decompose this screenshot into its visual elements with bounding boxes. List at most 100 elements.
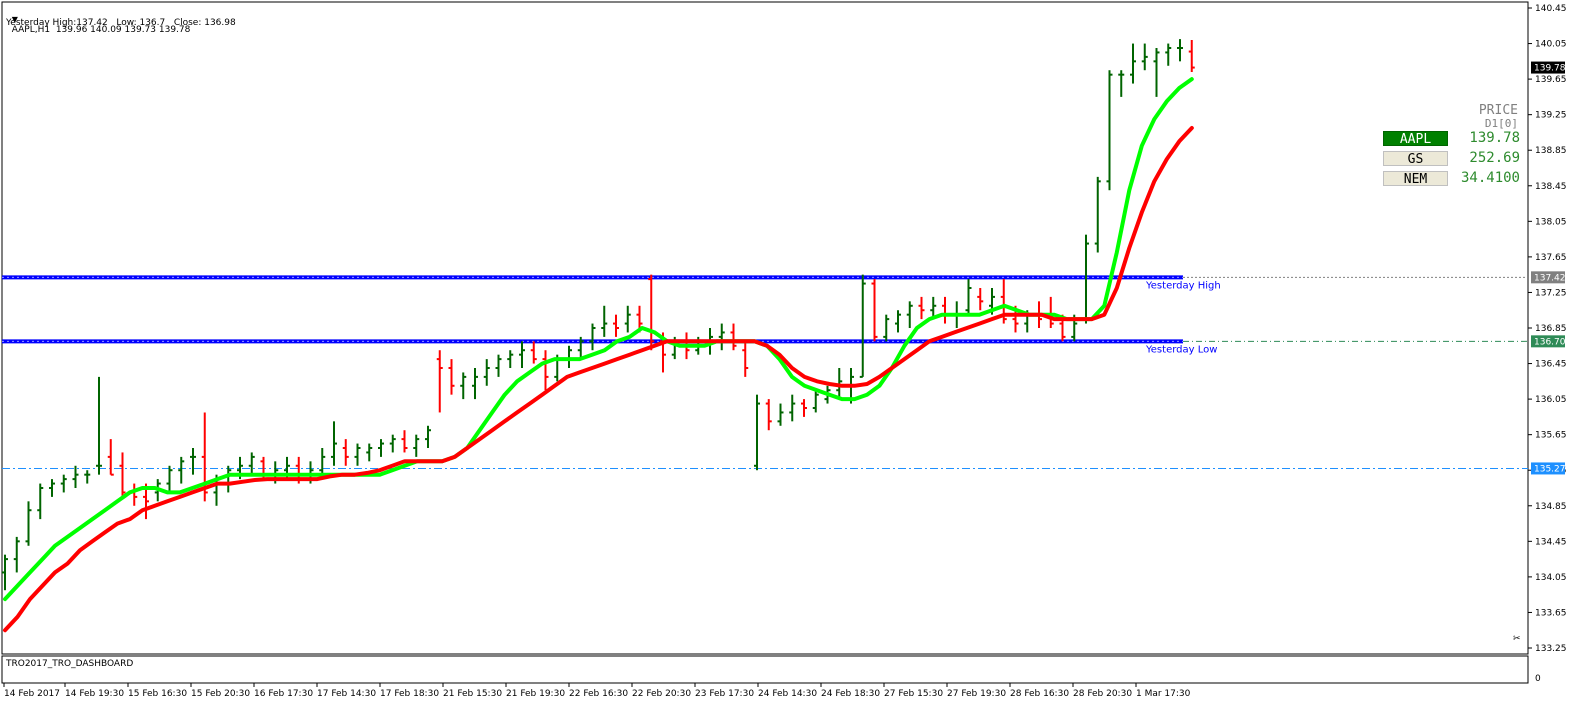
ohlc-bar — [883, 314, 890, 342]
level-label: Yesterday Low — [1145, 344, 1217, 355]
ohlc-bar — [72, 465, 79, 488]
y-tick-label: 137.65 — [1535, 253, 1567, 263]
x-tick-label: 24 Feb 14:30 — [758, 689, 817, 699]
yesterday-info: Yesterday High:137.42 Low: 136.7 Close: … — [6, 18, 236, 28]
ohlc-bar — [566, 345, 572, 368]
ohlc-bar — [507, 350, 514, 368]
x-tick-label: 21 Feb 15:30 — [443, 689, 502, 699]
y-tick-label: 138.85 — [1535, 146, 1567, 156]
y-tick-label: 135.65 — [1535, 431, 1567, 441]
x-tick-label: 15 Feb 16:30 — [128, 689, 187, 699]
dashboard-price-heading: PRICE — [1478, 103, 1518, 118]
x-tick-label: 27 Feb 15:30 — [884, 689, 943, 699]
ohlc-bar — [389, 434, 396, 453]
ohlc-bar — [942, 296, 948, 324]
ohlc-bar — [248, 452, 255, 475]
level-label: Yesterday High — [1145, 280, 1221, 291]
main-plot-border — [1, 1, 1529, 655]
ohlc-bar — [613, 314, 619, 337]
ohlc-bar — [1118, 70, 1125, 97]
ohlc-bar — [319, 448, 326, 475]
ohlc-bar — [37, 483, 44, 520]
ohlc-bar — [1106, 70, 1113, 191]
dashboard-symbol-aapl[interactable]: AAPL — [1383, 131, 1448, 147]
y-tick-label: 138.45 — [1535, 182, 1567, 192]
dashboard-value-aapl: 139.78 — [1469, 130, 1520, 146]
dashboard-title: TRO2017_TRO_DASHBOARD — [6, 659, 134, 669]
ohlc-bar — [354, 443, 361, 466]
ohlc-bar — [1153, 48, 1160, 97]
ohlc-bar — [530, 341, 537, 364]
ohlc-bar — [542, 350, 549, 391]
y-tick-label: 134.05 — [1535, 573, 1567, 583]
ohlc-bar — [965, 279, 972, 315]
ohlc-bar — [131, 483, 138, 506]
ohlc-bar — [1177, 39, 1183, 62]
ohlc-bar — [2, 554, 8, 591]
ohlc-bar — [589, 323, 596, 351]
ohlc-bar — [648, 274, 655, 351]
ohlc-bar — [413, 434, 420, 457]
slow-ma-line — [3, 126, 1194, 633]
ohlc-bar — [366, 443, 373, 462]
ohlc-bar — [483, 359, 490, 386]
y-tick-label: 139.65 — [1535, 75, 1567, 85]
ohlc-bar — [13, 536, 20, 573]
x-tick-label: 21 Feb 19:30 — [506, 689, 565, 699]
ohlc-bar — [918, 296, 925, 320]
ohlc-bar — [1165, 43, 1172, 66]
price-chart: Yesterday High Yesterday Low 140.45 140.05… — [1, 1, 1567, 699]
ohlc-bar — [754, 394, 760, 471]
x-tick-label: 17 Feb 18:30 — [380, 689, 439, 699]
ohlc-bar — [96, 376, 102, 475]
y-tick-label: 139.25 — [1535, 111, 1567, 121]
price-tag-label: 136.70 — [1534, 337, 1566, 347]
ohlc-bar — [777, 403, 784, 426]
y-tick-label: 138.05 — [1535, 217, 1567, 227]
y-tick-label: 136.85 — [1535, 324, 1567, 334]
ohlc-bar — [49, 479, 55, 497]
ohlc-bar — [166, 465, 173, 493]
ohlc-bar — [859, 274, 866, 378]
ohlc-bar — [448, 359, 455, 395]
dashboard-symbol-nem[interactable]: NEM — [1383, 171, 1448, 187]
ohlc-bar — [801, 399, 807, 417]
subwindow-tick-label: 0 — [1535, 674, 1541, 684]
ohlc-bar — [906, 301, 913, 328]
ohlc-bar — [190, 448, 196, 475]
x-tick-label: 28 Feb 20:30 — [1073, 689, 1132, 699]
subwindow-border — [1, 655, 1529, 684]
ohlc-bar — [25, 501, 32, 546]
x-tick-label: 28 Feb 16:30 — [1010, 689, 1069, 699]
ohlc-bar — [84, 470, 91, 484]
ohlc-bar — [765, 399, 772, 431]
ohlc-bar — [331, 421, 337, 466]
ohlc-bar — [1047, 296, 1054, 328]
y-tick-label: 136.05 — [1535, 395, 1567, 405]
scissors-icon: ✂ — [1513, 634, 1521, 644]
dashboard-symbol-gs[interactable]: GS — [1383, 151, 1448, 167]
ohlc-bar — [1188, 40, 1195, 72]
y-tick-label: 134.85 — [1535, 502, 1567, 512]
ohlc-bar — [460, 372, 467, 400]
x-tick-label: 14 Feb 2017 — [4, 689, 60, 699]
ohlc-bar — [472, 368, 478, 400]
ohlc-bar — [225, 465, 232, 493]
y-tick-label: 140.45 — [1535, 4, 1567, 14]
ohlc-bar — [119, 452, 126, 497]
ohlc-bar — [895, 310, 901, 333]
ohlc-bar — [495, 354, 502, 377]
x-tick-label: 22 Feb 16:30 — [569, 689, 628, 699]
x-tick-label: 17 Feb 14:30 — [317, 689, 376, 699]
ohlc-bar — [401, 430, 408, 453]
x-tick-label: 23 Feb 17:30 — [695, 689, 754, 699]
y-tick-label: 133.65 — [1535, 608, 1567, 618]
y-tick-label: 136.45 — [1535, 360, 1567, 370]
x-tick-label: 15 Feb 20:30 — [191, 689, 250, 699]
ohlc-bar — [742, 341, 749, 377]
ohlc-bar — [1130, 43, 1136, 84]
ohlc-bar — [977, 288, 984, 311]
y-tick-label: 133.25 — [1535, 644, 1567, 654]
ohlc-bar — [60, 474, 67, 493]
price-tags: 137.42 136.70 135.27 139.78 — [1531, 61, 1566, 475]
